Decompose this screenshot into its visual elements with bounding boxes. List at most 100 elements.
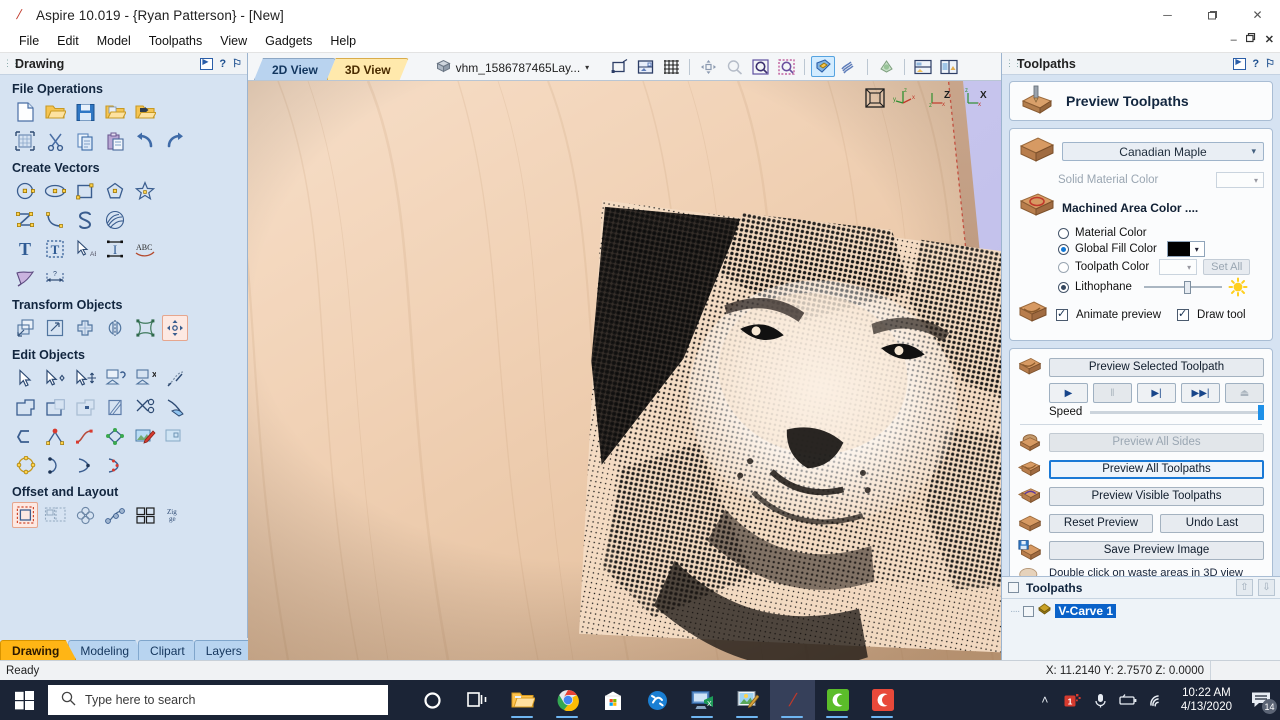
undock-icon[interactable]: [1233, 57, 1247, 70]
preview-all-toolpaths-button[interactable]: Preview All Toolpaths: [1049, 459, 1264, 479]
taskbar-clock[interactable]: 10:22 AM 4/13/2020: [1171, 686, 1242, 715]
edge-dev-icon[interactable]: [635, 680, 680, 720]
paste-icon[interactable]: [102, 128, 128, 154]
play-button[interactable]: ▶: [1049, 383, 1088, 403]
draw-text-icon[interactable]: T: [12, 236, 38, 262]
redo-icon[interactable]: [162, 128, 188, 154]
zoom-extents-icon[interactable]: [748, 56, 772, 77]
save-preview-image-button[interactable]: Save Preview Image: [1049, 540, 1264, 560]
zoom-selection-icon[interactable]: [774, 56, 798, 77]
mdi-restore-button[interactable]: [1245, 32, 1256, 46]
nudge-icon[interactable]: [12, 452, 38, 478]
cortana-icon[interactable]: [410, 680, 455, 720]
maximize-button[interactable]: [1190, 0, 1235, 30]
node-edit-icon[interactable]: [12, 365, 38, 391]
menu-gadgets[interactable]: Gadgets: [256, 32, 321, 50]
circle-icon[interactable]: [12, 178, 38, 204]
solid-material-color-swatch[interactable]: ▾: [1216, 172, 1264, 188]
mdi-minimize-button[interactable]: –: [1231, 34, 1237, 46]
step-button[interactable]: ▶|: [1137, 383, 1176, 403]
fillet-icon[interactable]: [102, 394, 128, 420]
open-file-icon[interactable]: [42, 99, 68, 125]
help-icon[interactable]: ?: [1252, 58, 1259, 70]
polygon-icon[interactable]: [102, 178, 128, 204]
tab-modeling[interactable]: Modeling: [68, 640, 147, 660]
zoom-selected-icon[interactable]: [722, 56, 746, 77]
close-button[interactable]: ✕: [1235, 0, 1280, 30]
arc-icon[interactable]: [42, 207, 68, 233]
view-z-button[interactable]: z xZ: [927, 87, 955, 112]
point-edit-icon[interactable]: [42, 365, 68, 391]
weld-icon[interactable]: [12, 394, 38, 420]
spiral-icon[interactable]: [102, 207, 128, 233]
menu-file[interactable]: File: [10, 32, 48, 50]
scale-icon[interactable]: [42, 315, 68, 341]
move-icon[interactable]: [12, 315, 38, 341]
chevron-down-icon[interactable]: ▾: [585, 63, 589, 72]
edit-bitmap-icon[interactable]: [132, 423, 158, 449]
windows-start-icon[interactable]: [0, 680, 48, 720]
help-icon[interactable]: ?: [219, 58, 226, 70]
undo-icon[interactable]: [132, 128, 158, 154]
rotate-icon[interactable]: [72, 315, 98, 341]
menu-edit[interactable]: Edit: [48, 32, 88, 50]
serrate-icon[interactable]: [102, 452, 128, 478]
chevron-up-icon[interactable]: ˄: [1031, 680, 1059, 720]
tab-drawing[interactable]: Drawing: [0, 640, 77, 660]
copy-along-curve-icon[interactable]: [102, 502, 128, 528]
toolpaths-select-all-checkbox[interactable]: [1008, 582, 1019, 593]
move-down-icon[interactable]: ⇩: [1258, 579, 1275, 596]
undo-last-button[interactable]: Undo Last: [1160, 513, 1264, 533]
draw-toolpaths-icon[interactable]: [837, 56, 861, 77]
mirror-icon[interactable]: [102, 315, 128, 341]
dimension-icon[interactable]: ?: [42, 265, 68, 291]
draw-tool-checkbox[interactable]: [1177, 307, 1190, 321]
global-fill-color-radio[interactable]: [1058, 243, 1069, 255]
pin-icon[interactable]: ⚐: [1265, 57, 1275, 70]
global-fill-color-swatch[interactable]: ▾: [1166, 241, 1205, 257]
rectangle-icon[interactable]: [72, 178, 98, 204]
lighting-icon[interactable]: [874, 56, 898, 77]
menu-toolpaths[interactable]: Toolpaths: [140, 32, 212, 50]
task-view-icon[interactable]: [455, 680, 500, 720]
search-input[interactable]: Type here to search: [48, 685, 388, 715]
auto-layout-text-icon[interactable]: I: [102, 236, 128, 262]
zigzag-text-icon[interactable]: Zig ge: [162, 502, 188, 528]
material-color-option[interactable]: Material Color: [1018, 227, 1264, 239]
reset-preview-button[interactable]: Reset Preview: [1049, 513, 1153, 533]
wifi-icon[interactable]: [1143, 680, 1171, 720]
ellipse-icon[interactable]: [42, 178, 68, 204]
battery-icon[interactable]: [1115, 680, 1143, 720]
intersect-icon[interactable]: [72, 394, 98, 420]
set-all-button[interactable]: Set All: [1203, 259, 1251, 275]
distort-icon[interactable]: [132, 315, 158, 341]
move-up-icon[interactable]: ⇧: [1236, 579, 1253, 596]
material-select[interactable]: Canadian Maple ▾: [1062, 142, 1264, 161]
toolpath-color-swatch[interactable]: ▾: [1159, 259, 1198, 275]
move-nodes-icon[interactable]: [72, 365, 98, 391]
panel-grip-icon[interactable]: ⋮⋮: [1005, 59, 1022, 68]
zoom-to-drawing-icon[interactable]: [633, 56, 657, 77]
cut-icon[interactable]: [42, 128, 68, 154]
menu-view[interactable]: View: [211, 32, 256, 50]
undock-icon[interactable]: [200, 57, 214, 70]
toolpath-color-option[interactable]: Toolpath Color ▾ Set All: [1018, 259, 1264, 275]
remote-desktop-icon[interactable]: X: [680, 680, 725, 720]
fillet-corner-icon[interactable]: [12, 423, 38, 449]
view-x-button[interactable]: z xX: [963, 87, 991, 112]
crop-bitmap-icon[interactable]: [162, 423, 188, 449]
copy-icon[interactable]: [72, 128, 98, 154]
layer-selector[interactable]: vhm_1586787465Lay... ▾: [436, 59, 589, 76]
google-chrome-icon[interactable]: [545, 680, 590, 720]
arc-fit-icon[interactable]: [72, 452, 98, 478]
trim-icon[interactable]: [132, 394, 158, 420]
array-copy-icon[interactable]: [72, 502, 98, 528]
preview-all-sides-button[interactable]: Preview All Sides: [1049, 432, 1264, 452]
global-fill-color-option[interactable]: Global Fill Color ▾: [1018, 241, 1264, 257]
clean-icon[interactable]: [162, 394, 188, 420]
export-file-icon[interactable]: [132, 99, 158, 125]
antivirus-icon[interactable]: 1: [1059, 680, 1087, 720]
stop-button[interactable]: ⏏: [1225, 383, 1264, 403]
shade-model-icon[interactable]: [811, 56, 836, 77]
polyline-icon[interactable]: [12, 207, 38, 233]
